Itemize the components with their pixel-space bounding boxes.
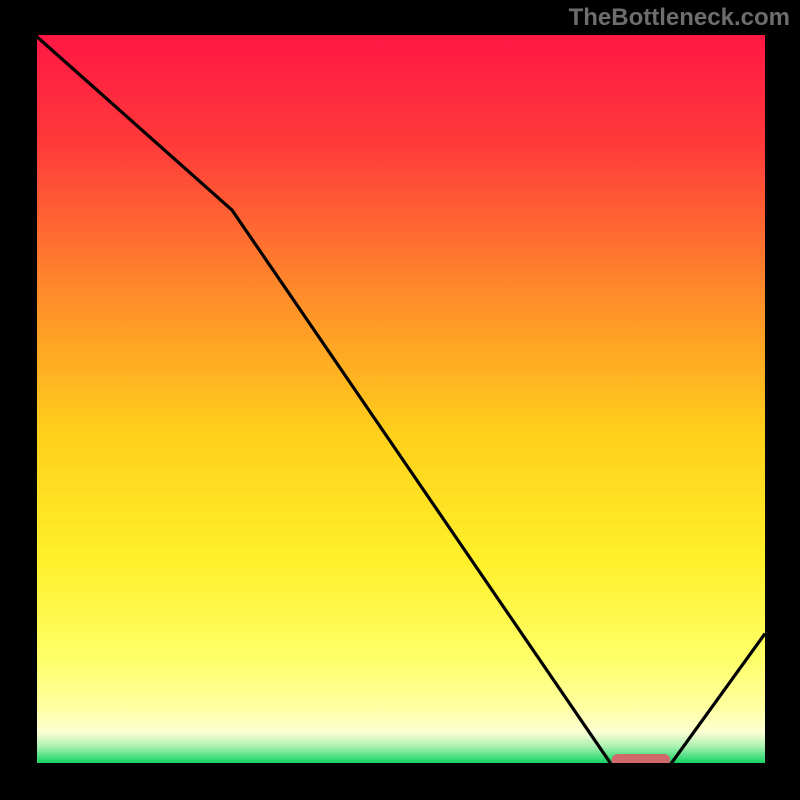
bottleneck-chart [0, 0, 800, 800]
chart-container: TheBottleneck.com [0, 0, 800, 800]
watermark-text: TheBottleneck.com [569, 4, 790, 32]
plot-background [35, 35, 765, 765]
